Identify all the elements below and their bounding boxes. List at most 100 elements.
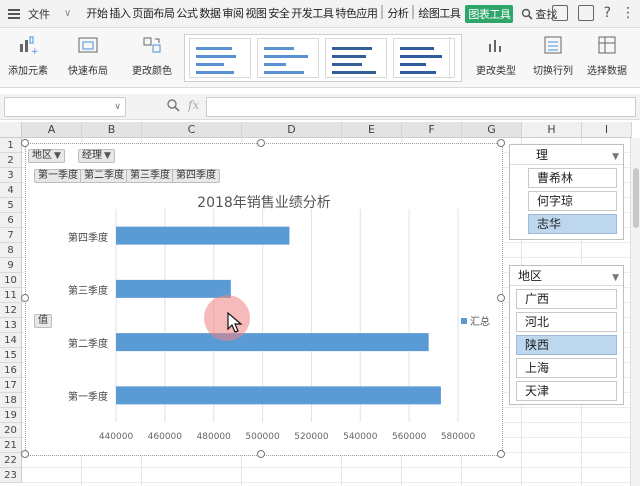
slicer-item[interactable]: 天津 (516, 381, 617, 401)
tab-analyze[interactable]: 分析 (386, 5, 409, 23)
slicer-item-selected[interactable]: 陕西 (516, 335, 617, 355)
row-header[interactable]: 17 (0, 378, 22, 393)
bar-1[interactable] (116, 386, 441, 405)
row-header[interactable]: 7 (0, 228, 22, 243)
select-data-button[interactable]: 选择数据 (582, 34, 632, 77)
tab-security[interactable]: 安全 (267, 5, 290, 23)
vertical-scrollbar[interactable] (630, 138, 640, 486)
switch-row-col-button[interactable]: 切换行列 (530, 34, 576, 77)
row-header[interactable]: 2 (0, 153, 22, 168)
legend-swatch (461, 317, 467, 324)
row-header[interactable]: 19 (0, 408, 22, 423)
tab-features[interactable]: 特色应用 (334, 5, 378, 23)
chevron-down-icon[interactable]: ∨ (114, 102, 121, 112)
slicer-item[interactable]: 何字琼 (528, 191, 617, 211)
main-menu-icon[interactable] (8, 8, 22, 19)
gridline (22, 467, 640, 468)
help-icon[interactable]: ? (604, 5, 611, 21)
tab-chart-tools[interactable]: 图表工具 (465, 4, 514, 23)
tab-review[interactable]: 审阅 (221, 5, 244, 23)
row-header[interactable]: 14 (0, 333, 22, 348)
tab-page-layout[interactable]: 页面布局 (131, 5, 175, 23)
chart-legend[interactable]: 汇总 (461, 313, 490, 328)
cloud-sync-icon[interactable] (577, 5, 594, 21)
row-header[interactable]: 13 (0, 318, 22, 333)
row-header[interactable]: 1 (0, 138, 22, 153)
add-element-label: 添加元素 (8, 66, 48, 77)
row-header[interactable]: 11 (0, 288, 22, 303)
row-header[interactable]: 12 (0, 303, 22, 318)
column-header[interactable]: D (242, 122, 342, 138)
more-icon[interactable]: ⋮ (621, 5, 635, 21)
column-header[interactable]: F (402, 122, 462, 138)
tab-data[interactable]: 数据 (198, 5, 221, 23)
row-header[interactable]: 3 (0, 168, 22, 183)
column-header[interactable]: A (22, 122, 82, 138)
row-header[interactable]: 22 (0, 453, 22, 468)
category-label: 第四季度 (68, 232, 108, 244)
row-header[interactable]: 8 (0, 243, 22, 258)
row-header[interactable]: 9 (0, 258, 22, 273)
column-header[interactable]: C (142, 122, 242, 138)
change-color-label: 更改颜色 (132, 66, 172, 77)
row-header[interactable]: 4 (0, 183, 22, 198)
slicer-item[interactable]: 广西 (516, 289, 617, 309)
chart-tools-ribbon: + 添加元素 快速布局 更改颜色 更改类型 切换行列 选择数据 (0, 28, 640, 88)
add-element-button[interactable]: + 添加元素 (4, 34, 52, 77)
slicer-item[interactable]: 上海 (516, 358, 617, 378)
x-tick-label: 480000 (196, 432, 231, 442)
chevron-down-icon[interactable]: ∨ (64, 8, 71, 19)
tab-formulas[interactable]: 公式 (175, 5, 198, 23)
category-label: 第一季度 (68, 392, 108, 404)
row-header[interactable]: 21 (0, 438, 22, 453)
bar-4[interactable] (116, 226, 290, 245)
change-type-button[interactable]: 更改类型 (474, 34, 518, 77)
slicer-item-selected[interactable]: 志华 (528, 214, 617, 234)
change-color-button[interactable]: 更改颜色 (126, 34, 178, 77)
tab-drawing-tools[interactable]: 绘图工具 (417, 5, 461, 23)
chart-style-3[interactable] (325, 38, 387, 78)
row-header[interactable]: 16 (0, 363, 22, 378)
column-header[interactable]: E (342, 122, 402, 138)
row-header[interactable]: 6 (0, 213, 22, 228)
select-all-corner[interactable] (0, 122, 22, 138)
row-header[interactable]: 5 (0, 198, 22, 213)
chart-style-gallery (184, 34, 462, 82)
bar-3[interactable] (116, 279, 231, 298)
formula-input[interactable] (206, 97, 636, 117)
name-box[interactable]: ∨ (4, 97, 126, 117)
row-header[interactable]: 15 (0, 348, 22, 363)
chart-style-2[interactable] (257, 38, 319, 78)
menu-bar: 文件 ∨ 开始 插入 页面布局 公式 数据 审阅 视图 安全 开发工具 特色应用… (0, 0, 640, 28)
file-menu[interactable]: 文件 (28, 6, 50, 22)
slicer-item[interactable]: 河北 (516, 312, 617, 332)
share-icon[interactable] (551, 5, 568, 21)
zoom-icon[interactable] (166, 98, 180, 112)
gallery-scroll[interactable] (449, 37, 459, 79)
row-header[interactable]: 10 (0, 273, 22, 288)
row-header[interactable]: 20 (0, 423, 22, 438)
column-header[interactable]: G (462, 122, 522, 138)
row-header[interactable]: 23 (0, 468, 22, 483)
quick-layout-label: 快速布局 (68, 66, 108, 77)
pivot-chart[interactable]: 地区 ▼ 经理 ▼ 第一季度 第二季度 第三季度 第四季度 2018年销售业绩分析 … (21, 139, 505, 458)
chart-style-4[interactable] (393, 38, 455, 78)
bar-2[interactable] (116, 333, 429, 352)
slicer-item[interactable]: 曹希林 (528, 168, 617, 188)
scrollbar-thumb[interactable] (633, 168, 639, 228)
quick-layout-button[interactable]: 快速布局 (62, 34, 114, 77)
row-header[interactable]: 18 (0, 393, 22, 408)
tab-home[interactable]: 开始 (85, 5, 108, 23)
column-header[interactable]: I (582, 122, 632, 138)
manager-slicer: 理 ▼ 曹希林 何字琼 志华 (509, 144, 624, 240)
chart-style-1[interactable] (189, 38, 251, 78)
mouse-pointer-icon (227, 312, 243, 333)
clear-filter-icon[interactable]: ▼ (612, 268, 619, 288)
tab-view[interactable]: 视图 (244, 5, 267, 23)
tab-insert[interactable]: 插入 (108, 5, 131, 23)
tab-developer[interactable]: 开发工具 (290, 5, 334, 23)
select-data-icon (596, 34, 618, 56)
column-header[interactable]: B (82, 122, 142, 138)
column-header[interactable]: H (522, 122, 582, 138)
clear-filter-icon[interactable]: ▼ (612, 147, 619, 167)
